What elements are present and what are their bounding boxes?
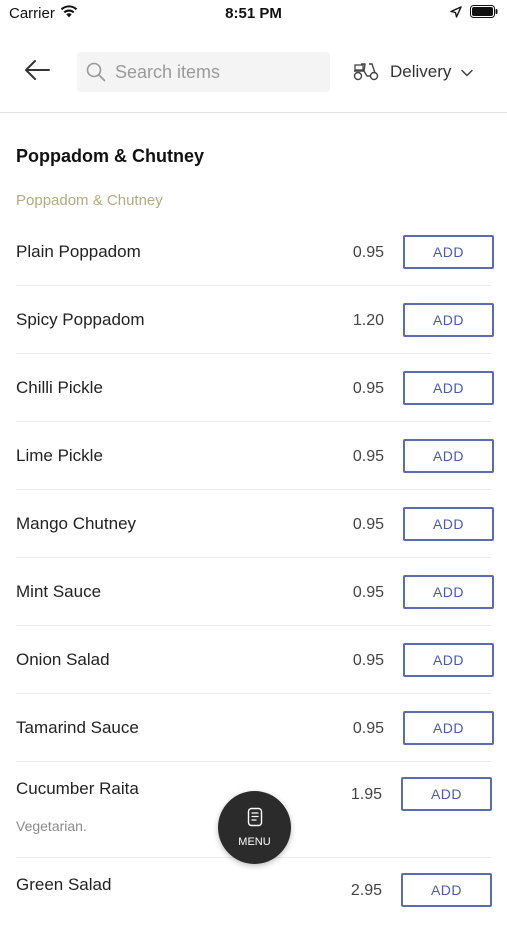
item-price: 1.95	[350, 786, 382, 803]
scooter-icon	[352, 59, 380, 86]
add-button[interactable]: ADD	[403, 643, 494, 677]
add-button[interactable]: ADD	[403, 235, 494, 269]
item-name: Plain Poppadom	[16, 242, 141, 261]
item-name: Lime Pickle	[16, 446, 103, 465]
menu-item: Tamarind Sauce 0.95 ADD	[16, 694, 494, 762]
delivery-selector[interactable]: Delivery	[352, 58, 474, 86]
item-price: 0.95	[352, 380, 384, 397]
menu-item: Mango Chutney 0.95 ADD	[16, 490, 494, 558]
item-price: 0.95	[352, 516, 384, 533]
item-name: Mint Sauce	[16, 582, 102, 601]
item-name: Onion Salad	[16, 650, 110, 669]
back-button[interactable]	[20, 55, 54, 89]
add-button[interactable]: ADD	[403, 303, 494, 337]
menu-item: Mint Sauce 0.95 ADD	[16, 558, 494, 626]
menu-item: Lime Pickle 0.95 ADD	[16, 422, 494, 490]
menu-button-label: MENU	[238, 836, 271, 848]
add-button[interactable]: ADD	[403, 507, 494, 541]
item-price: 1.20	[352, 312, 384, 329]
item-name: Spicy Poppadom	[16, 310, 145, 329]
menu-item: Onion Salad 0.95 ADD	[16, 626, 494, 694]
clock: 8:51 PM	[225, 5, 282, 22]
subsection-title: Poppadom & Chutney	[16, 192, 163, 209]
add-button[interactable]: ADD	[403, 711, 494, 745]
battery-icon	[470, 5, 498, 22]
chevron-down-icon	[461, 62, 474, 82]
item-description: Vegetarian.	[16, 818, 87, 834]
item-price: 0.95	[352, 652, 384, 669]
item-price: 0.95	[352, 448, 384, 465]
menu-item: Chilli Pickle 0.95 ADD	[16, 354, 494, 422]
add-button[interactable]: ADD	[403, 575, 494, 609]
item-price: 0.95	[352, 244, 384, 261]
item-name: Green Salad	[16, 875, 112, 894]
search-icon	[86, 62, 106, 87]
status-right	[450, 5, 498, 22]
item-name: Tamarind Sauce	[16, 718, 139, 737]
menu-item: Green Salad 2.95 ADD	[16, 858, 492, 926]
search-input[interactable]	[115, 52, 325, 92]
add-button[interactable]: ADD	[403, 371, 494, 405]
location-arrow-icon	[450, 5, 462, 22]
menu-card-icon	[247, 807, 263, 830]
menu-item: Plain Poppadom 0.95 ADD	[16, 218, 494, 286]
search-box[interactable]	[77, 52, 330, 92]
menu-item: Spicy Poppadom 1.20 ADD	[16, 286, 494, 354]
item-price: 0.95	[352, 720, 384, 737]
item-price: 0.95	[352, 584, 384, 601]
item-name: Chilli Pickle	[16, 378, 103, 397]
item-name: Cucumber Raita	[16, 779, 139, 798]
section-title: Poppadom & Chutney	[16, 146, 204, 166]
add-button[interactable]: ADD	[401, 873, 492, 907]
add-button[interactable]: ADD	[401, 777, 492, 811]
item-price: 2.95	[350, 882, 382, 899]
arrow-left-icon	[23, 59, 51, 86]
add-button[interactable]: ADD	[403, 439, 494, 473]
status-bar: Carrier 8:51 PM	[0, 0, 507, 30]
delivery-label: Delivery	[390, 62, 452, 81]
menu-button[interactable]: MENU	[218, 791, 291, 864]
item-name: Mango Chutney	[16, 514, 137, 533]
header-bar: Delivery	[0, 30, 507, 113]
